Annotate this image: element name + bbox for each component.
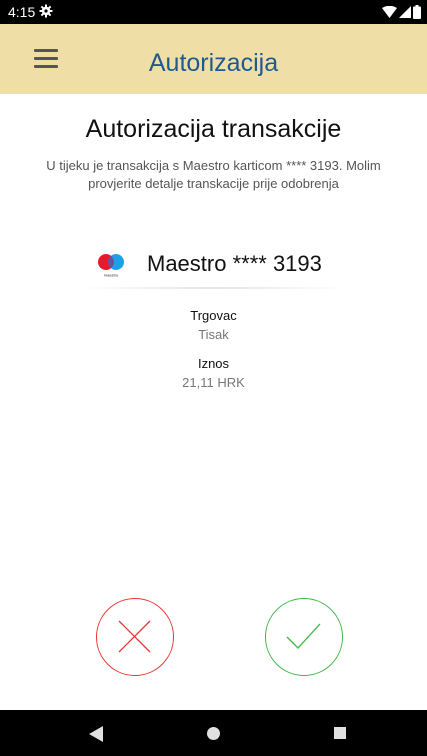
card-name: Maestro **** 3193: [147, 251, 322, 276]
gear-icon: [39, 4, 53, 18]
status-bar: 4:15: [0, 0, 427, 24]
merchant-label: Trgovac: [190, 308, 237, 323]
signal-icon: [399, 5, 411, 18]
recents-square-icon[interactable]: [334, 727, 346, 739]
x-icon: [118, 620, 151, 653]
app-bar: Autorizacija: [0, 24, 427, 94]
back-triangle-icon[interactable]: [89, 726, 103, 742]
amount-value: 21,11 HRK: [182, 375, 245, 390]
page-title: Autorizacija transakcije: [85, 115, 342, 143]
merchant-value: Tisak: [198, 327, 229, 342]
card-info: maestro Maestro **** 3193: [0, 248, 427, 280]
approve-button[interactable]: [265, 598, 343, 676]
wifi-icon: [382, 5, 397, 18]
divider: [72, 287, 355, 289]
status-icons: [382, 5, 421, 19]
maestro-logo-icon: maestro: [98, 254, 124, 278]
checkmark-icon: [286, 623, 321, 649]
amount-label: Iznos: [197, 356, 230, 371]
reject-button[interactable]: [96, 598, 174, 676]
navigation-bar: [0, 710, 427, 756]
app-title: Autorizacija: [148, 49, 279, 77]
transaction-description: U tijeku je transakcija s Maestro kartic…: [46, 158, 381, 191]
battery-icon: [413, 5, 421, 19]
maestro-logo-text: maestro: [104, 273, 119, 278]
status-time: 4:15: [8, 4, 36, 20]
home-circle-icon[interactable]: [207, 727, 220, 740]
